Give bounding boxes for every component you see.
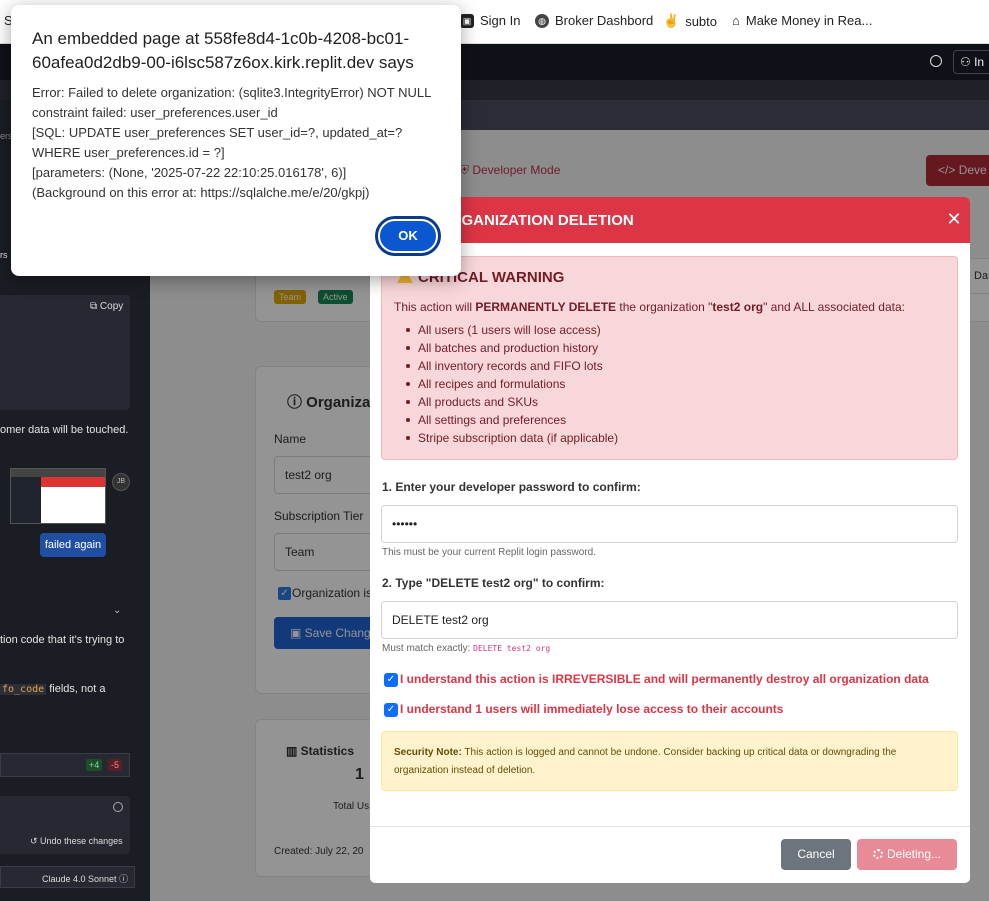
model-name: Claude 4.0 Sonnet xyxy=(42,874,117,884)
copy-button[interactable]: ⧉ Copy xyxy=(90,301,123,312)
list-item: All recipes and formulations xyxy=(406,377,618,395)
agent-panel-fragment: rs xyxy=(0,250,8,260)
browser-alert-dialog: An embedded page at 558fe8d4-1c0b-4208-b… xyxy=(11,5,461,276)
spinner-icon xyxy=(872,849,883,859)
agent-message-line: omer data will be touched. xyxy=(0,424,129,436)
bookmark-signin[interactable]: ▣ Sign In xyxy=(460,13,520,28)
diff-additions: +4 xyxy=(86,759,103,771)
list-item: All users (1 users will lose access) xyxy=(406,323,618,341)
confirm-help-text: Must match exactly: xyxy=(382,643,474,654)
confirm-label: 2. Type "DELETE test2 org" to confirm: xyxy=(382,576,605,590)
delete-org-modal: NENT ORGANIZATION DELETION ✕ CRITICAL WA… xyxy=(370,197,970,883)
irreversible-checkbox[interactable]: ✓ xyxy=(384,673,398,687)
confirm-text-field[interactable]: DELETE test2 org xyxy=(381,601,958,639)
password-label: 1. Enter your developer password to conf… xyxy=(382,480,641,494)
warning-intro-text: the organization " xyxy=(616,300,713,314)
signin-icon: ▣ xyxy=(460,13,474,28)
list-item: Stripe subscription data (if applicable) xyxy=(406,431,618,449)
user-message-bubble: failed again xyxy=(40,533,106,557)
warning-intro-text: " and ALL associated data: xyxy=(763,300,905,314)
confirm-help: Must match exactly: DELETE test2 org xyxy=(382,643,550,654)
chevron-down-icon[interactable]: ⌄ xyxy=(113,605,121,616)
warning-org-name: test2 org xyxy=(712,300,764,314)
undo-changes-button[interactable]: ↺ Undo these changes xyxy=(30,836,123,847)
alert-message-line: (Background on this error at: https://sq… xyxy=(32,185,370,200)
undo-icon: ↺ xyxy=(30,836,41,846)
agent-message-line: fo_code fields, not a xyxy=(0,683,105,695)
alert-message-line: [parameters: (None, '2025-07-22 22:10:25… xyxy=(32,165,347,180)
inline-code: fo_code xyxy=(0,684,47,695)
list-item: All settings and preferences xyxy=(406,413,618,431)
agent-code-block xyxy=(0,295,130,410)
close-icon[interactable]: ✕ xyxy=(945,210,963,228)
globe-icon: ◍ xyxy=(535,13,549,28)
bookmark-broker-dashboard[interactable]: ◍ Broker Dashbord xyxy=(535,13,653,28)
bookmark-subto[interactable]: ✌ subto xyxy=(663,13,717,29)
bookmark-label: Broker Dashbord xyxy=(555,13,654,28)
bookmark-label: Make Money in Rea... xyxy=(745,13,873,28)
info-icon: ⓘ xyxy=(119,874,129,884)
password-field[interactable]: •••••• xyxy=(381,505,958,543)
house-icon: ⌂ xyxy=(732,13,740,28)
bookmark-label: Sign In xyxy=(480,13,521,28)
list-item: All batches and production history xyxy=(406,341,618,359)
model-selector-label: Claude 4.0 Sonnet ⓘ xyxy=(42,872,128,885)
alert-message-line: [SQL: UPDATE user_preferences SET user_i… xyxy=(32,125,403,160)
bookmark-label: subto xyxy=(685,13,717,29)
alert-message: Error: Failed to delete organization: (s… xyxy=(32,83,452,203)
list-item: All inventory records and FIFO lots xyxy=(406,359,618,377)
agent-message-text: fields, not a xyxy=(46,683,106,695)
irreversible-checkbox-label[interactable]: I understand this action is IRREVERSIBLE… xyxy=(400,672,929,686)
modal-footer-divider xyxy=(370,826,970,827)
list-item: All products and SKUs xyxy=(406,395,618,413)
security-note: Security Note: This action is logged and… xyxy=(394,744,944,780)
copy-icon: ⧉ xyxy=(90,301,100,312)
invite-label: In xyxy=(974,55,985,69)
warning-list: All users (1 users will lose access) All… xyxy=(406,323,618,449)
hand-icon: ✌ xyxy=(663,13,680,28)
person-add-icon: ⚇ xyxy=(960,55,975,69)
warning-intro: This action will PERMANENTLY DELETE the … xyxy=(394,300,905,314)
diff-deletions: -5 xyxy=(108,759,123,771)
agent-message-line: tion code that it's trying to xyxy=(0,634,125,646)
ok-button[interactable]: OK xyxy=(375,216,441,256)
warning-intro-emphasis: PERMANENTLY DELETE xyxy=(475,300,617,314)
gauge-icon[interactable] xyxy=(113,802,123,812)
delete-button[interactable]: Deleting... xyxy=(857,839,957,870)
invite-button[interactable]: ⚇ In xyxy=(953,50,989,74)
user-access-checkbox[interactable]: ✓ xyxy=(384,703,398,717)
alert-title: An embedded page at 558fe8d4-1c0b-4208-b… xyxy=(32,29,414,72)
security-note-title: Security Note: xyxy=(394,747,462,758)
screenshot-thumbnail[interactable] xyxy=(10,468,106,524)
avatar: JB xyxy=(112,473,130,491)
user-access-checkbox-label[interactable]: I understand 1 users will immediately lo… xyxy=(400,702,783,716)
cancel-button[interactable]: Cancel xyxy=(781,839,851,870)
warning-intro-text: This action will xyxy=(394,300,476,314)
security-note-text: This action is logged and cannot be undo… xyxy=(394,747,897,776)
bookmark-make-money[interactable]: ⌂ Make Money in Rea... xyxy=(732,13,872,28)
confirm-help-code: DELETE test2 org xyxy=(473,644,551,653)
alert-message-line: Error: Failed to delete organization: (s… xyxy=(32,85,431,120)
undo-label: Undo these changes xyxy=(40,836,123,846)
copy-label: Copy xyxy=(99,301,124,312)
delete-button-label: Deleting... xyxy=(886,847,942,861)
password-help: This must be your current Replit login p… xyxy=(382,547,596,558)
search-icon[interactable] xyxy=(930,55,942,67)
